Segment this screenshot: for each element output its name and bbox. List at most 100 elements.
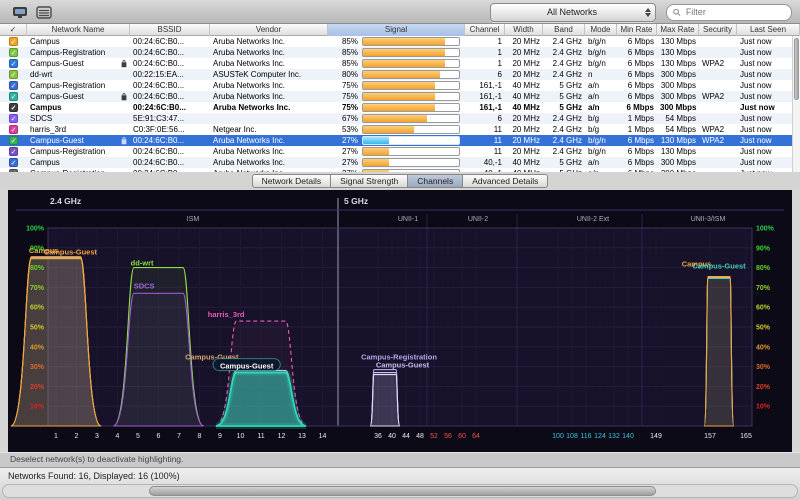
x-tick-label: 124 bbox=[594, 433, 606, 440]
column-header-vendor[interactable]: Vendor bbox=[210, 24, 328, 36]
network-scope-select[interactable]: All Networks bbox=[490, 3, 656, 22]
y-tick-label-left: 80% bbox=[30, 265, 45, 272]
cell-bssid: 00:24:6C:B0... bbox=[130, 102, 210, 113]
table-row-sdcs-6[interactable]: ✓SDCS5E:91:C3:47...67%620 MHz2.4 GHzb/g1… bbox=[0, 113, 800, 124]
horizontal-scrollbar[interactable] bbox=[2, 484, 798, 498]
table-row-campus-registration-1[interactable]: ✓Campus-Registration00:24:6C:B0...Aruba … bbox=[0, 47, 800, 58]
table-row-campus-registration-40-1[interactable]: ✓Campus-Registration00:24:6C:B0...Aruba … bbox=[0, 168, 800, 172]
spectrum-plot: 2.4 GHz5 GHzISMUNII-1UNII-2UNII-2 ExtUNI… bbox=[8, 190, 792, 452]
column-header-last-seen[interactable]: Last Seen bbox=[737, 24, 800, 36]
cell-channel: 161,-1 bbox=[465, 102, 505, 113]
cell-band: 5 GHz bbox=[543, 102, 585, 113]
cell-channel: 40,-1 bbox=[465, 168, 505, 172]
signal-bar-fill bbox=[363, 170, 389, 172]
network-curve-campus bbox=[704, 277, 733, 426]
cell-vendor: Aruba Networks Inc. bbox=[210, 102, 328, 113]
cell-channel: 1 bbox=[465, 47, 505, 58]
network-checkbox[interactable]: ✓ bbox=[9, 158, 18, 167]
hint-bar: Deselect network(s) to deactivate highli… bbox=[0, 452, 800, 467]
network-checkbox[interactable]: ✓ bbox=[9, 70, 18, 79]
cell-min-rate: 6 Mbps bbox=[617, 146, 657, 157]
cell-signal: 75% bbox=[328, 102, 465, 113]
cell-last-seen: Just now bbox=[737, 146, 800, 157]
column-header-bssid[interactable]: BSSID bbox=[130, 24, 210, 36]
column-header-network-name[interactable]: Network Name bbox=[27, 24, 130, 36]
table-row-campus-guest-1[interactable]: ✓Campus-Guest00:24:6C:B0...Aruba Network… bbox=[0, 58, 800, 69]
table-row-campus-guest-161-1[interactable]: ✓Campus-Guest00:24:6C:B0...Aruba Network… bbox=[0, 91, 800, 102]
cell-min-rate: 1 Mbps bbox=[617, 124, 657, 135]
table-row-campus-1[interactable]: ✓Campus00:24:6C:B0...Aruba Networks Inc.… bbox=[0, 36, 800, 47]
network-checkbox[interactable]: ✓ bbox=[9, 136, 18, 145]
x-tick-label: 132 bbox=[608, 433, 620, 440]
network-checkbox[interactable]: ✓ bbox=[9, 81, 18, 90]
cell-last-seen: Just now bbox=[737, 91, 800, 102]
vertical-scrollbar-thumb[interactable] bbox=[794, 38, 799, 100]
column-header-max-rate[interactable]: Max Rate bbox=[657, 24, 699, 36]
column-header-mode[interactable]: Mode bbox=[585, 24, 617, 36]
y-tick-label-right: 60% bbox=[756, 305, 771, 312]
list-panel-icon[interactable] bbox=[32, 3, 56, 21]
chart-network-label: dd-wrt bbox=[131, 259, 154, 268]
cell-min-rate: 6 Mbps bbox=[617, 36, 657, 47]
network-checkbox[interactable]: ✓ bbox=[9, 103, 18, 112]
tab-channels[interactable]: Channels bbox=[408, 174, 463, 188]
column-header-width[interactable]: Width bbox=[505, 24, 543, 36]
table-row-campus-guest-11[interactable]: ✓Campus-Guest00:24:6C:B0...Aruba Network… bbox=[0, 135, 800, 146]
network-checkbox[interactable]: ✓ bbox=[9, 125, 18, 134]
network-checkbox[interactable]: ✓ bbox=[9, 169, 18, 172]
cell-min-rate: 6 Mbps bbox=[617, 58, 657, 69]
cell-signal: 85% bbox=[328, 47, 465, 58]
signal-bar-fill bbox=[363, 49, 445, 56]
cell-network-name: Campus-Registration bbox=[27, 146, 130, 157]
status-bar: Networks Found: 16, Displayed: 16 (100%) bbox=[0, 467, 800, 500]
tab-network-details[interactable]: Network Details bbox=[252, 174, 332, 188]
network-checkbox[interactable]: ✓ bbox=[9, 37, 18, 46]
x-tick-label: 56 bbox=[444, 433, 452, 440]
cell-network-name: Campus-Guest bbox=[27, 135, 130, 146]
column-header-channel[interactable]: Channel bbox=[465, 24, 505, 36]
tab-signal-strength[interactable]: Signal Strength bbox=[331, 174, 408, 188]
cell-network-name: dd-wrt bbox=[27, 69, 130, 80]
vertical-scrollbar[interactable] bbox=[792, 36, 800, 172]
cell-checkbox: ✓ bbox=[0, 157, 27, 168]
cell-network-name: SDCS bbox=[27, 113, 130, 124]
tab-advanced-details[interactable]: Advanced Details bbox=[463, 174, 548, 188]
horizontal-scrollbar-thumb[interactable] bbox=[149, 486, 656, 496]
cell-security bbox=[699, 157, 737, 168]
network-name: Campus bbox=[30, 102, 127, 113]
network-checkbox[interactable]: ✓ bbox=[9, 59, 18, 68]
signal-percent: 27% bbox=[333, 146, 358, 157]
network-checkbox[interactable]: ✓ bbox=[9, 92, 18, 101]
filter-search-field[interactable] bbox=[666, 4, 792, 21]
table-row-dd-wrt-6[interactable]: ✓dd-wrt00:22:15:EA...ASUSTeK Computer In… bbox=[0, 69, 800, 80]
signal-bar bbox=[362, 70, 460, 79]
column-header-band[interactable]: Band bbox=[543, 24, 585, 36]
signal-percent: 53% bbox=[333, 124, 358, 135]
network-checkbox[interactable]: ✓ bbox=[9, 147, 18, 156]
network-name: dd-wrt bbox=[30, 69, 127, 80]
cell-vendor: Aruba Networks Inc. bbox=[210, 36, 328, 47]
column-header-signal[interactable]: Signal bbox=[328, 24, 465, 36]
table-row-campus-registration-11[interactable]: ✓Campus-Registration00:24:6C:B0...Aruba … bbox=[0, 146, 800, 157]
cell-width: 20 MHz bbox=[505, 146, 543, 157]
cell-network-name: harris_3rd bbox=[27, 124, 130, 135]
cell-min-rate: 6 Mbps bbox=[617, 47, 657, 58]
table-row-campus-registration-161-1[interactable]: ✓Campus-Registration00:24:6C:B0...Aruba … bbox=[0, 80, 800, 91]
table-row-campus-40-1[interactable]: ✓Campus00:24:6C:B0...Aruba Networks Inc.… bbox=[0, 157, 800, 168]
lock-icon bbox=[121, 136, 127, 145]
select-all-header[interactable]: ✓ bbox=[0, 24, 27, 36]
cell-band: 2.4 GHz bbox=[543, 124, 585, 135]
network-checkbox[interactable]: ✓ bbox=[9, 48, 18, 57]
column-header-min-rate[interactable]: Min Rate bbox=[617, 24, 657, 36]
cell-bssid: 00:24:6C:B0... bbox=[130, 157, 210, 168]
table-row-harris-3rd-11[interactable]: ✓harris_3rdC0:3F:0E:56...Netgear Inc.53%… bbox=[0, 124, 800, 135]
network-name: SDCS bbox=[30, 113, 127, 124]
cell-network-name: Campus-Guest bbox=[27, 58, 130, 69]
table-row-campus-161-1[interactable]: ✓ Campus00:24:6C:B0...Aruba Networks Inc.… bbox=[0, 102, 800, 113]
cell-vendor: ASUSTeK Computer Inc. bbox=[210, 69, 328, 80]
filter-input[interactable] bbox=[684, 6, 785, 18]
display-panel-icon[interactable] bbox=[8, 3, 32, 21]
network-checkbox[interactable]: ✓ bbox=[9, 114, 18, 123]
column-header-security[interactable]: Security bbox=[699, 24, 737, 36]
signal-bar-fill bbox=[363, 71, 440, 78]
